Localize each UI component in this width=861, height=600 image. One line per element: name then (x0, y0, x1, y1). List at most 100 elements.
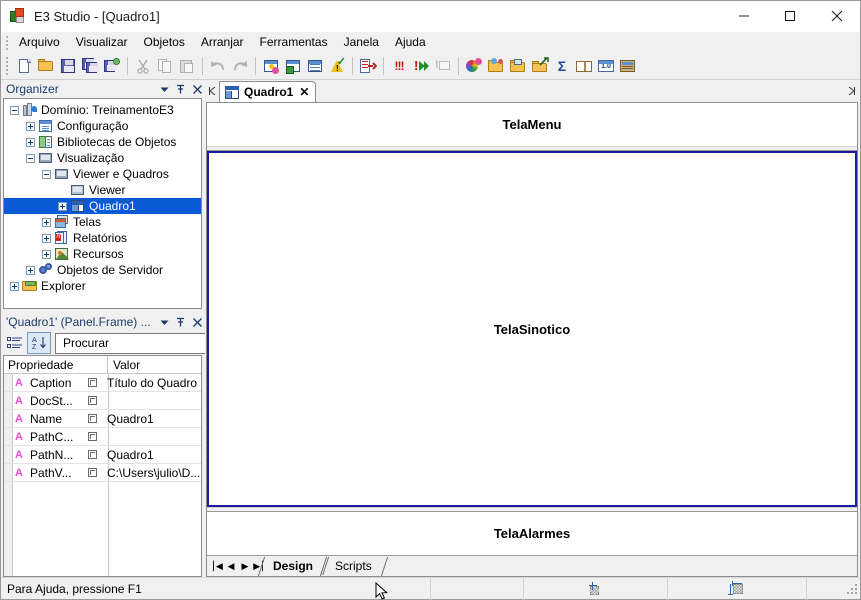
expander-minus-icon[interactable] (42, 169, 51, 179)
chevron-down-icon[interactable] (156, 314, 172, 330)
frame-region-telamenu[interactable]: TelaMenu (207, 103, 857, 146)
menu-item-objetos[interactable]: Objetos (136, 33, 193, 52)
redo-icon[interactable] (229, 55, 251, 77)
tree-item-explorer[interactable]: Explorer (4, 278, 201, 294)
menu-item-janela[interactable]: Janela (336, 33, 387, 52)
property-row-name[interactable]: A Name Quadro1 (4, 410, 201, 428)
new-document-icon[interactable] (13, 55, 35, 77)
menu-item-visualizar[interactable]: Visualizar (68, 33, 136, 52)
export-icon[interactable] (357, 55, 379, 77)
tree-item-telas[interactable]: Telas (4, 214, 201, 230)
run-icon[interactable]: ! (410, 55, 432, 77)
property-edit-button[interactable] (88, 414, 97, 423)
menu-item-ajuda[interactable]: Ajuda (387, 33, 434, 52)
close-icon[interactable] (189, 314, 205, 330)
expander-minus-icon[interactable] (26, 153, 35, 163)
property-edit-button[interactable] (88, 450, 97, 459)
chevron-down-icon[interactable] (156, 81, 172, 97)
expander-plus-icon[interactable] (26, 265, 35, 275)
document-tab-quadro1[interactable]: Quadro1 ✕ (219, 81, 317, 102)
property-row-pathn[interactable]: A PathN... Quadro1 (4, 446, 201, 464)
property-edit-button[interactable] (88, 378, 97, 387)
property-row-docst[interactable]: A DocSt... (4, 392, 201, 410)
gallery-icon[interactable] (485, 55, 507, 77)
paste-icon[interactable] (176, 55, 198, 77)
property-edit-button[interactable] (88, 396, 97, 405)
colors-icon[interactable] (463, 55, 485, 77)
close-icon[interactable]: ✕ (299, 86, 309, 98)
page-tab-scripts[interactable]: Scripts (319, 556, 388, 576)
menu-item-ferramentas[interactable]: Ferramentas (252, 33, 336, 52)
tree-item-visualizacao[interactable]: Visualização (4, 150, 201, 166)
expander-plus-icon[interactable] (58, 201, 67, 211)
property-edit-button[interactable] (88, 468, 97, 477)
property-row-pathc[interactable]: A PathC... (4, 428, 201, 446)
maximize-button[interactable] (767, 1, 813, 32)
alphabetical-sort-icon[interactable]: A Z (27, 332, 51, 354)
tree-item-relatorios[interactable]: R Relatórios (4, 230, 201, 246)
tree-item-recursos[interactable]: Recursos (4, 246, 201, 262)
scroll-right-icon[interactable] (842, 80, 860, 102)
link-icon[interactable] (529, 55, 551, 77)
message-icon[interactable]: ! (432, 55, 454, 77)
save-all-icon[interactable] (79, 55, 101, 77)
tree-item-quadro1[interactable]: Quadro1 (4, 198, 201, 214)
resize-grip-icon[interactable] (847, 583, 857, 594)
nav-prev-button[interactable]: ◀ (224, 557, 238, 575)
pin-icon[interactable] (172, 81, 188, 97)
property-edit-button[interactable] (88, 432, 97, 441)
dictionary-icon[interactable] (573, 55, 595, 77)
new-screen-icon[interactable] (282, 55, 304, 77)
properties-grid[interactable]: Propriedade Valor A Caption Título do Qu… (3, 355, 202, 577)
property-value[interactable]: Quadro1 (102, 412, 201, 426)
nav-first-button[interactable]: ⎮◀ (210, 557, 224, 575)
expander-plus-icon[interactable] (26, 137, 35, 147)
open-folder-icon[interactable] (35, 55, 57, 77)
save-as-icon[interactable] (101, 55, 123, 77)
property-value[interactable]: Título do Quadro (102, 376, 201, 390)
menu-grip[interactable] (3, 34, 11, 51)
sum-icon[interactable]: Σ (551, 55, 573, 77)
close-button[interactable] (813, 1, 860, 32)
tree-item-objetos-de-servidor[interactable]: Objetos de Servidor (4, 262, 201, 278)
page-tab-design[interactable]: Design (257, 556, 330, 576)
toolbar-grip[interactable] (3, 55, 11, 77)
property-value[interactable]: C:\Users\julio\D... (102, 466, 201, 480)
expander-minus-icon[interactable] (10, 105, 19, 115)
frame-canvas[interactable]: TelaMenu TelaSinotico TelaAlarmes ⎮◀ ◀ ▶… (206, 102, 858, 577)
expander-plus-icon[interactable] (42, 217, 51, 227)
menu-item-arranjar[interactable]: Arranjar (193, 33, 252, 52)
tree-item-bibliotecas-de-objetos[interactable]: Bibliotecas de Objetos (4, 134, 201, 150)
frame-region-telasinotico[interactable]: TelaSinotico (207, 151, 857, 507)
expander-plus-icon[interactable] (42, 233, 51, 243)
library-icon[interactable] (507, 55, 529, 77)
verify-icon[interactable]: ! ✓ (326, 55, 348, 77)
scroll-left-icon[interactable] (205, 80, 219, 102)
expander-plus-icon[interactable] (42, 249, 51, 259)
frame-region-telaalarmes[interactable]: TelaAlarmes (207, 512, 857, 555)
organizer-tree[interactable]: Domínio: TreinamentoE3 Configuração Bibl… (3, 98, 202, 309)
undo-icon[interactable] (207, 55, 229, 77)
copy-icon[interactable] (154, 55, 176, 77)
minimize-button[interactable] (721, 1, 767, 32)
new-report-icon[interactable] (304, 55, 326, 77)
save-icon[interactable] (57, 55, 79, 77)
tree-item-viewer-e-quadros[interactable]: Viewer e Quadros (4, 166, 201, 182)
expander-plus-icon[interactable] (10, 281, 19, 291)
menu-item-arquivo[interactable]: Arquivo (11, 33, 68, 52)
close-icon[interactable] (189, 81, 205, 97)
tree-item-configuracao[interactable]: Configuração (4, 118, 201, 134)
new-object-icon[interactable] (260, 55, 282, 77)
tree-item-dominio[interactable]: Domínio: TreinamentoE3 (4, 102, 201, 118)
expander-plus-icon[interactable] (26, 121, 35, 131)
search-field[interactable] (61, 335, 220, 351)
stop-all-icon[interactable]: !!! (388, 55, 410, 77)
tree-item-viewer[interactable]: Viewer (4, 182, 201, 198)
pin-icon[interactable] (172, 314, 188, 330)
property-value[interactable]: Quadro1 (102, 448, 201, 462)
nav-next-button[interactable]: ▶ (238, 557, 252, 575)
categorized-view-icon[interactable] (3, 332, 27, 354)
property-row-caption[interactable]: A Caption Título do Quadro (4, 374, 201, 392)
grid-icon[interactable] (617, 55, 639, 77)
property-row-pathv[interactable]: A PathV... C:\Users\julio\D... (4, 464, 201, 482)
